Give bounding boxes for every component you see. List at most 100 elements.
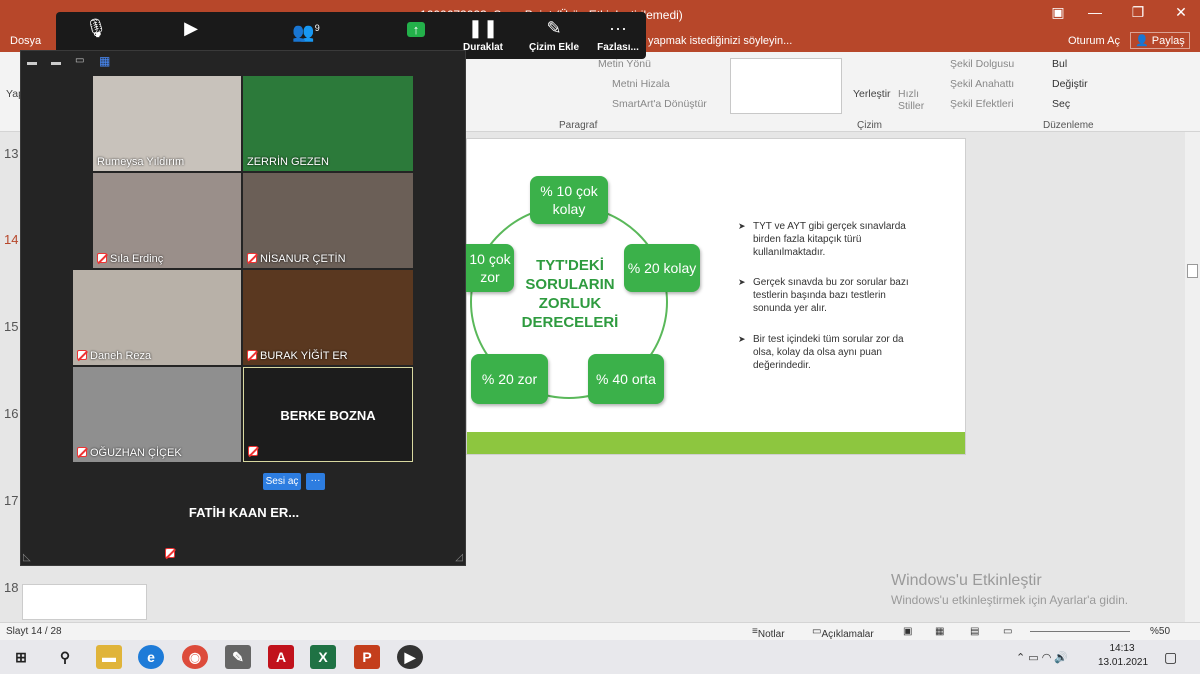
notes-button[interactable]: ≡ Notlar (752, 626, 785, 640)
muted-mic-icon (247, 350, 257, 360)
acrobat-icon[interactable]: A (268, 645, 294, 669)
participant-tile[interactable]: ZERRİN GEZEN (243, 76, 413, 171)
video-button[interactable]: ▶ (151, 12, 231, 42)
muted-mic-icon (77, 447, 87, 457)
annotate-label: Çizim Ekle (528, 42, 580, 53)
smartart-button[interactable]: SmartArt'a Dönüştür (612, 98, 707, 110)
view-strip-icon[interactable]: ▭ (75, 55, 84, 66)
windows-start-icon[interactable]: ⊞ (8, 645, 34, 669)
pause-icon: ❚❚ (467, 18, 499, 38)
shape-outline-button[interactable]: Şekil Anahattı (950, 78, 1014, 90)
ribbon-display-icon[interactable]: ▣ (1043, 4, 1073, 21)
text-direction-button[interactable]: Metin Yönü (598, 58, 651, 70)
arrange-button[interactable]: Yerleştir (853, 88, 891, 100)
thumbnail-pane: 13 14 15 16 17 18 (0, 132, 20, 622)
participant-name: ZERRİN GEZEN (247, 156, 329, 168)
cycle-center-title: TYT'DEKİ SORULARIN ZORLUK DERECELERİ (515, 256, 625, 332)
muted-mic-icon (248, 446, 258, 456)
slideshow-icon[interactable]: ▭ (1003, 626, 1012, 637)
chrome-icon[interactable]: ◉ (182, 645, 208, 669)
view-speaker-icon[interactable]: ▬ (51, 57, 61, 68)
pause-label: Duraklat (462, 42, 503, 53)
muted-mic-icon (97, 253, 107, 263)
system-tray-icons[interactable]: ⌃ ▭ ◠ 🔊 (1016, 651, 1068, 664)
resize-handle-left[interactable]: ◺ (23, 552, 31, 563)
slide-number: 13 (4, 146, 19, 161)
unmute-button[interactable]: Sesi aç (263, 473, 301, 490)
edge-icon[interactable]: e (138, 645, 164, 669)
view-gallery-icon[interactable]: ▦ (99, 54, 110, 68)
slide-footer-bar (467, 432, 965, 454)
search-icon[interactable]: ⚲ (52, 645, 78, 669)
participant-tile[interactable]: BERKE BOZNA (243, 367, 413, 462)
center-line: TYT'DEKİ (536, 257, 604, 274)
resize-handle-right[interactable]: ◿ (455, 552, 463, 563)
normal-view-icon[interactable]: ▣ (903, 626, 912, 637)
zoom-app-icon[interactable]: ▶ (397, 645, 423, 669)
zoom-slider[interactable] (1030, 631, 1130, 632)
center-line: DERECELERİ (521, 314, 619, 331)
sign-in-link[interactable]: Oturum Aç (1068, 35, 1120, 47)
participants-button[interactable]: 👥9 (266, 12, 346, 42)
shape-effects-button[interactable]: Şekil Efektleri (950, 98, 1014, 110)
slide-thumbnail[interactable] (22, 584, 147, 620)
participants-icon: 👥9 (292, 22, 320, 42)
slide-indicator: Slayt 14 / 28 (6, 626, 62, 637)
reading-view-icon[interactable]: ▤ (970, 626, 979, 637)
close-icon[interactable]: ✕ (1166, 4, 1196, 21)
participant-name: OĞUZHAN ÇİÇEK (77, 447, 182, 459)
participant-tile[interactable]: Rumeysa Yıldırım (93, 76, 241, 171)
microphone-icon: 🎙 (84, 18, 108, 38)
file-explorer-icon[interactable]: ▬ (96, 645, 122, 669)
quick-styles-button[interactable]: Hızlı Stiller (898, 88, 928, 112)
clock-time[interactable]: 14:13 (1102, 643, 1142, 654)
participant-name: Rumeysa Yıldırım (97, 156, 185, 168)
maximize-icon[interactable]: ❐ (1123, 4, 1153, 21)
activation-watermark: Windows'u Etkinleştir Windows'u etkinleş… (891, 572, 1128, 607)
view-minimize-icon[interactable]: ▬ (27, 57, 37, 68)
participant-tile[interactable]: OĞUZHAN ÇİÇEK (73, 367, 241, 462)
participant-mute-badge (248, 446, 261, 458)
sorter-view-icon[interactable]: ▦ (935, 626, 944, 637)
tile-more-button[interactable]: ··· (306, 473, 325, 490)
notification-icon[interactable]: ▢ (1164, 649, 1177, 666)
cycle-node: % 40 orta (588, 354, 664, 404)
tab-dosya[interactable]: Dosya (10, 35, 41, 47)
shapes-gallery[interactable] (730, 58, 842, 114)
participant-name: Daneh Reza (77, 350, 151, 362)
center-line: SORULARIN (525, 276, 615, 293)
participant-tile[interactable]: BURAK YİĞİT ER (243, 270, 413, 365)
excel-icon[interactable]: X (310, 645, 336, 669)
comments-label: Açıklamalar (821, 629, 874, 640)
comments-button[interactable]: ▭ Açıklamalar (812, 626, 874, 640)
participant-tile[interactable]: FATİH KAAN ER... (161, 467, 327, 563)
pause-share-button[interactable]: ❚❚ Duraklat (443, 12, 523, 53)
tell-me-search[interactable]: yapmak istediğinizi söyleyin... (648, 35, 792, 47)
participant-tile[interactable]: Daneh Reza (73, 270, 241, 365)
more-button[interactable]: ··· Fazlası... (578, 12, 658, 53)
share-label: Paylaş (1151, 35, 1185, 47)
zoom-level[interactable]: %50 (1150, 626, 1170, 637)
watermark-line1: Windows'u Etkinleştir (891, 572, 1042, 589)
minimize-icon[interactable]: — (1080, 4, 1110, 20)
shape-fill-button[interactable]: Şekil Dolgusu (950, 58, 1014, 70)
select-button[interactable]: Seç (1052, 98, 1070, 110)
participant-name-center: BERKE BOZNA (280, 408, 376, 423)
clock-date[interactable]: 13.01.2021 (1098, 657, 1148, 668)
muted-mic-icon (247, 253, 257, 263)
powerpoint-icon[interactable]: P (354, 645, 380, 669)
find-button[interactable]: Bul (1052, 58, 1067, 70)
scrollbar-thumb[interactable] (1187, 264, 1198, 278)
replace-button[interactable]: Değiştir (1052, 78, 1088, 90)
camera-icon: ▶ (184, 18, 198, 38)
app-icon[interactable]: ✎ (225, 645, 251, 669)
mute-button[interactable]: 🎙 (56, 12, 136, 42)
status-bar: Slayt 14 / 28 ≡ Notlar ▭ Açıklamalar ▣ ▦… (0, 622, 1200, 640)
align-text-button[interactable]: Metni Hizala (612, 78, 670, 90)
notes-label: Notlar (757, 629, 785, 640)
participant-tile[interactable]: Sıla Erdinç (93, 173, 241, 268)
share-button[interactable]: 👤 Paylaş (1130, 32, 1190, 49)
participant-tile[interactable]: NİSANUR ÇETİN (243, 173, 413, 268)
vertical-scrollbar[interactable] (1185, 132, 1200, 622)
participants-count: 9 (314, 23, 320, 33)
